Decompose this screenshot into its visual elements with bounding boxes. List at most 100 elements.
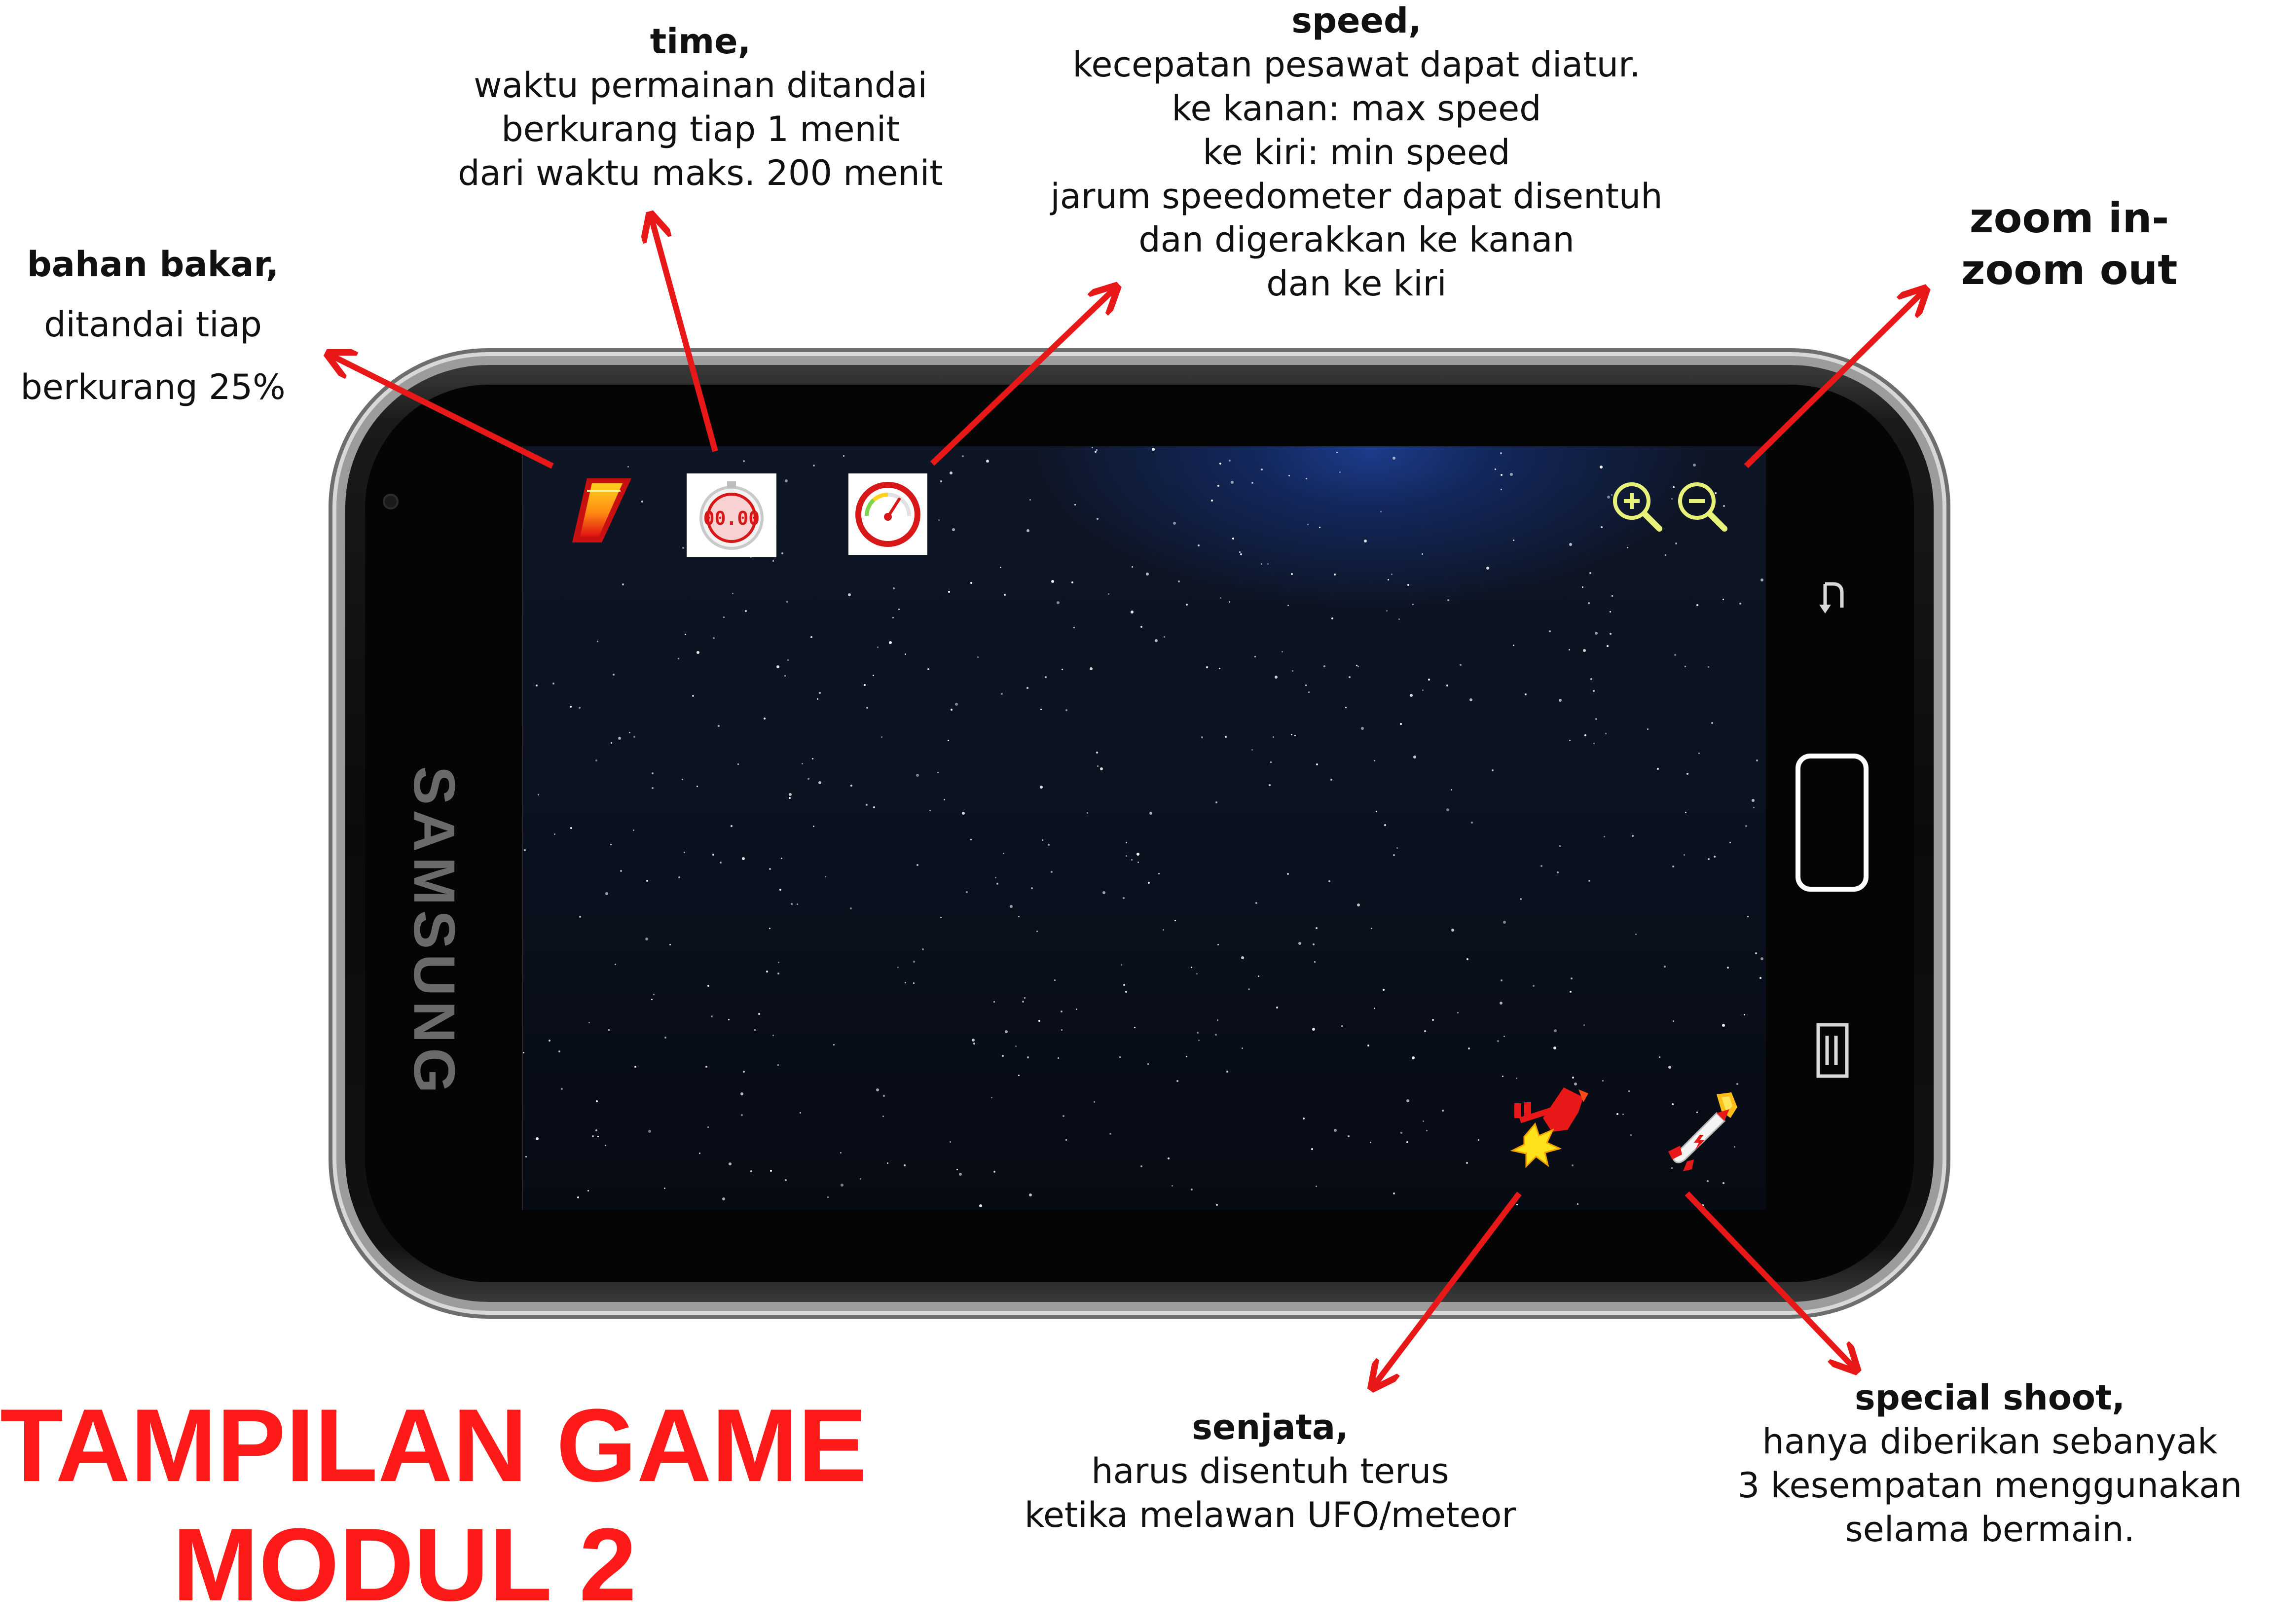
speedometer-icon[interactable]	[848, 473, 927, 555]
annotation-speed-heading: speed,	[1291, 0, 1421, 41]
special-shoot-rocket-icon[interactable]	[1657, 1087, 1744, 1174]
star	[940, 480, 942, 482]
annotation-special-line: hanya diberikan sebanyak	[1707, 1420, 2273, 1464]
star	[1675, 542, 1677, 544]
star	[1647, 728, 1649, 730]
star	[1126, 842, 1127, 843]
star	[595, 1129, 597, 1131]
star	[866, 804, 868, 806]
star	[819, 692, 821, 694]
star	[1094, 1101, 1095, 1103]
star	[1747, 916, 1749, 917]
star	[1513, 540, 1514, 541]
star	[1432, 1019, 1434, 1021]
star	[1074, 504, 1076, 505]
star	[1096, 449, 1098, 451]
star	[1460, 664, 1462, 666]
star	[712, 854, 714, 856]
star	[1357, 903, 1360, 906]
star	[1367, 1045, 1369, 1047]
weapon-fire-icon[interactable]	[1504, 1083, 1591, 1169]
star	[769, 868, 771, 870]
star	[1316, 927, 1318, 929]
star	[940, 917, 942, 918]
star	[813, 465, 815, 467]
star	[1341, 1025, 1343, 1027]
star	[1031, 887, 1033, 889]
star	[929, 810, 931, 811]
star	[608, 1029, 610, 1031]
star	[1254, 656, 1256, 657]
zoom-in-icon[interactable]	[1608, 477, 1665, 534]
star	[1451, 929, 1454, 932]
zoom-out-icon[interactable]	[1673, 477, 1730, 534]
star	[1627, 547, 1628, 548]
star	[728, 1019, 730, 1020]
star	[1097, 518, 1099, 520]
star	[850, 785, 852, 787]
star	[791, 903, 793, 905]
star	[1590, 678, 1592, 680]
star	[916, 774, 919, 777]
star	[1316, 1186, 1317, 1187]
star	[770, 1170, 772, 1172]
star	[685, 634, 686, 635]
star	[1305, 685, 1307, 686]
star	[592, 1135, 594, 1137]
star	[692, 695, 694, 697]
game-screen[interactable]: 00.00	[523, 446, 1766, 1210]
star	[1673, 1020, 1674, 1022]
star	[1607, 645, 1609, 647]
star	[1503, 921, 1506, 924]
star	[1374, 760, 1375, 761]
star	[1722, 1024, 1725, 1027]
star	[1707, 1180, 1709, 1182]
star	[629, 732, 630, 733]
star	[652, 772, 654, 774]
star	[1002, 1055, 1004, 1057]
star	[1386, 610, 1388, 612]
star	[1054, 979, 1056, 981]
star	[648, 1130, 651, 1133]
back-key-icon[interactable]	[1810, 577, 1850, 616]
star	[597, 1136, 599, 1137]
star	[1119, 1056, 1121, 1058]
star	[1132, 566, 1133, 568]
star	[713, 637, 715, 639]
star	[1451, 789, 1452, 791]
star	[1121, 964, 1122, 966]
star	[1065, 709, 1067, 711]
star	[786, 601, 788, 603]
star	[1022, 1001, 1024, 1003]
annotation-time: time, waktu permainan ditandai berkurang…	[355, 20, 1046, 195]
star	[1745, 825, 1747, 827]
star	[1298, 942, 1301, 945]
star	[605, 892, 608, 895]
star	[1428, 679, 1430, 681]
star	[876, 1088, 879, 1091]
star	[1146, 573, 1149, 576]
star	[1331, 617, 1333, 619]
menu-key-icon[interactable]	[1815, 1021, 1850, 1080]
star	[1723, 599, 1724, 600]
star	[882, 1116, 884, 1117]
star	[1589, 572, 1591, 574]
star	[1229, 601, 1230, 603]
fuel-gauge-icon[interactable]	[567, 473, 636, 547]
star	[1090, 667, 1093, 670]
star	[1466, 958, 1468, 960]
star	[1557, 871, 1559, 873]
star	[1097, 765, 1099, 767]
star	[1042, 839, 1043, 841]
star	[1174, 920, 1176, 921]
star	[966, 891, 968, 893]
timer-icon[interactable]: 00.00	[687, 473, 776, 557]
star	[972, 1039, 975, 1042]
star	[622, 583, 624, 585]
star	[995, 877, 996, 878]
star	[1248, 988, 1250, 990]
star	[1659, 1056, 1660, 1058]
star	[1446, 808, 1449, 811]
star	[913, 982, 915, 984]
home-key-button[interactable]	[1796, 754, 1869, 892]
